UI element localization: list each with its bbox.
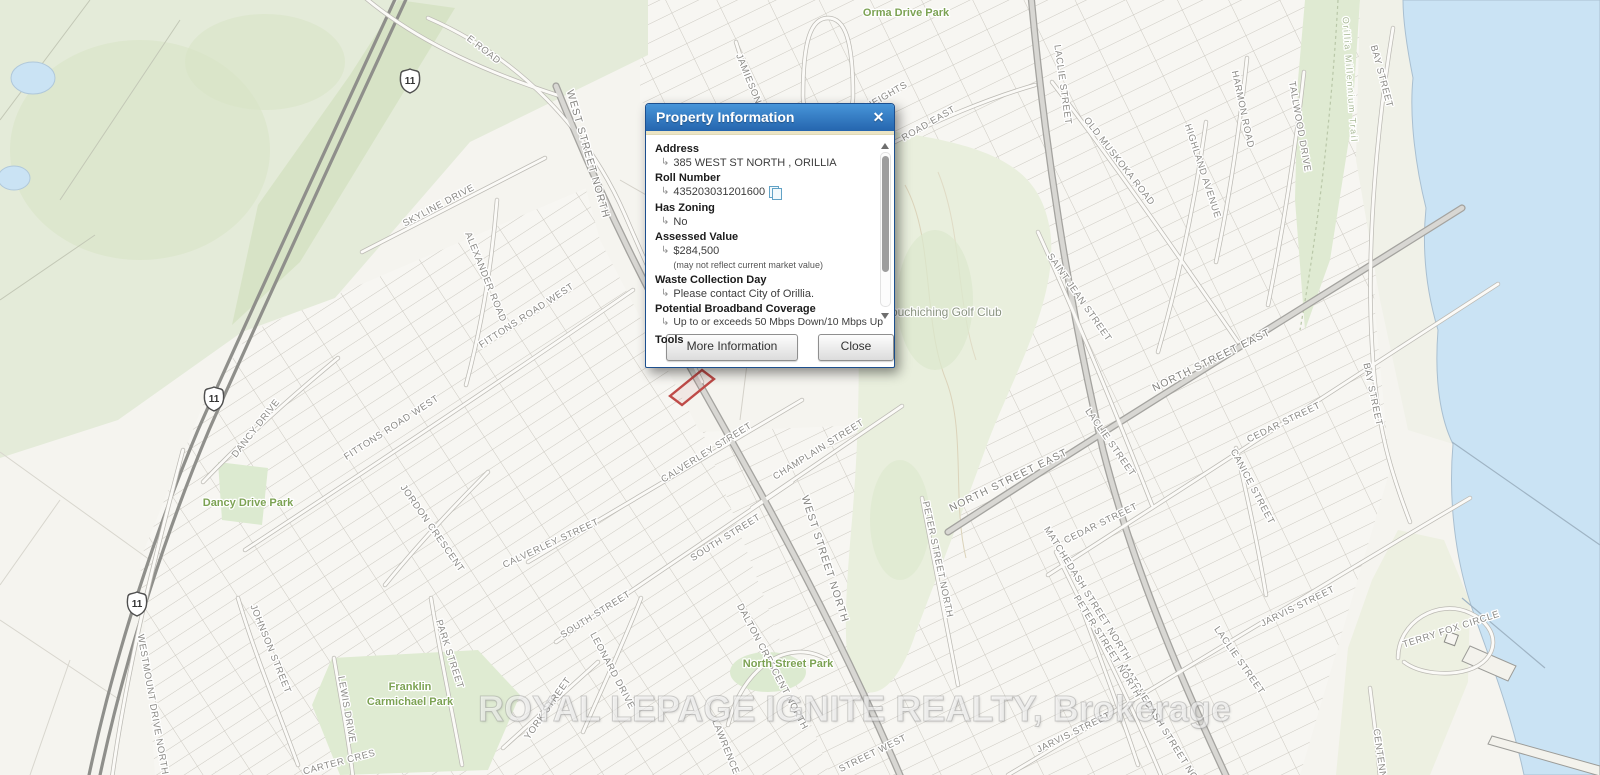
field-value: ↳ No [655,216,874,228]
field-value: ↳ Up to or exceeds 50 Mbps Down/10 Mbps … [655,317,874,329]
field-value: ↳ 435203031201600 [655,186,874,199]
return-arrow-icon: ↳ [661,216,669,227]
property-information-popup: Property Information ✕ Address ↳ 385 WES… [645,103,895,368]
return-arrow-icon: ↳ [661,157,669,168]
field-label: Address [655,143,874,156]
field-label: Waste Collection Day [655,274,874,287]
return-arrow-icon: ↳ [661,186,669,197]
scrollbar-thumb[interactable] [882,156,889,272]
svg-text:11: 11 [132,599,143,610]
park-label: North Street Park [743,658,834,670]
svg-text:11: 11 [405,76,416,87]
close-icon[interactable]: ✕ [870,109,887,126]
popup-body: Address ↳ 385 WEST ST NORTH , ORILLIA Ro… [646,135,894,330]
field-label: Assessed Value [655,231,874,244]
highway-11-shield-icon: 11 [204,387,223,411]
field-label: Roll Number [655,172,874,185]
copy-document-icon[interactable] [769,186,783,199]
scroll-up-icon[interactable] [881,143,889,149]
popup-title: Property Information [656,109,794,125]
highway-11-shield-icon: 11 [400,69,419,93]
popup-scrollbar[interactable] [879,143,891,319]
field-value: ↳ 385 WEST ST NORTH , ORILLIA [655,157,874,169]
popup-header[interactable]: Property Information ✕ [646,104,894,131]
field-label: Potential Broadband Coverage [655,303,874,316]
scroll-down-icon[interactable] [881,313,889,319]
return-arrow-icon: ↳ [661,288,669,299]
return-arrow-icon: ↳ [661,245,669,256]
tools-section-label[interactable]: Tools [655,334,874,346]
field-value: ↳ Please contact City of Orillia. [655,288,874,300]
highway-11-shield-icon: 11 [127,592,146,616]
field-value: ↳ $284,500 (may not reflect current mark… [655,245,874,271]
field-label: Has Zoning [655,202,874,215]
return-arrow-icon: ↳ [661,317,669,328]
park-label: Dancy Drive Park [203,497,294,509]
assessed-value-note: (may not reflect current market value) [673,259,823,271]
map-viewport[interactable]: E ROADWEST STREET NORTHJAMIESONHEIGHTSRO… [0,0,1600,775]
scrollbar-track[interactable] [880,152,891,307]
park-label: Orma Drive Park [863,7,950,19]
svg-text:11: 11 [209,394,220,405]
park-label: Couchiching Golf Club [882,305,1002,319]
